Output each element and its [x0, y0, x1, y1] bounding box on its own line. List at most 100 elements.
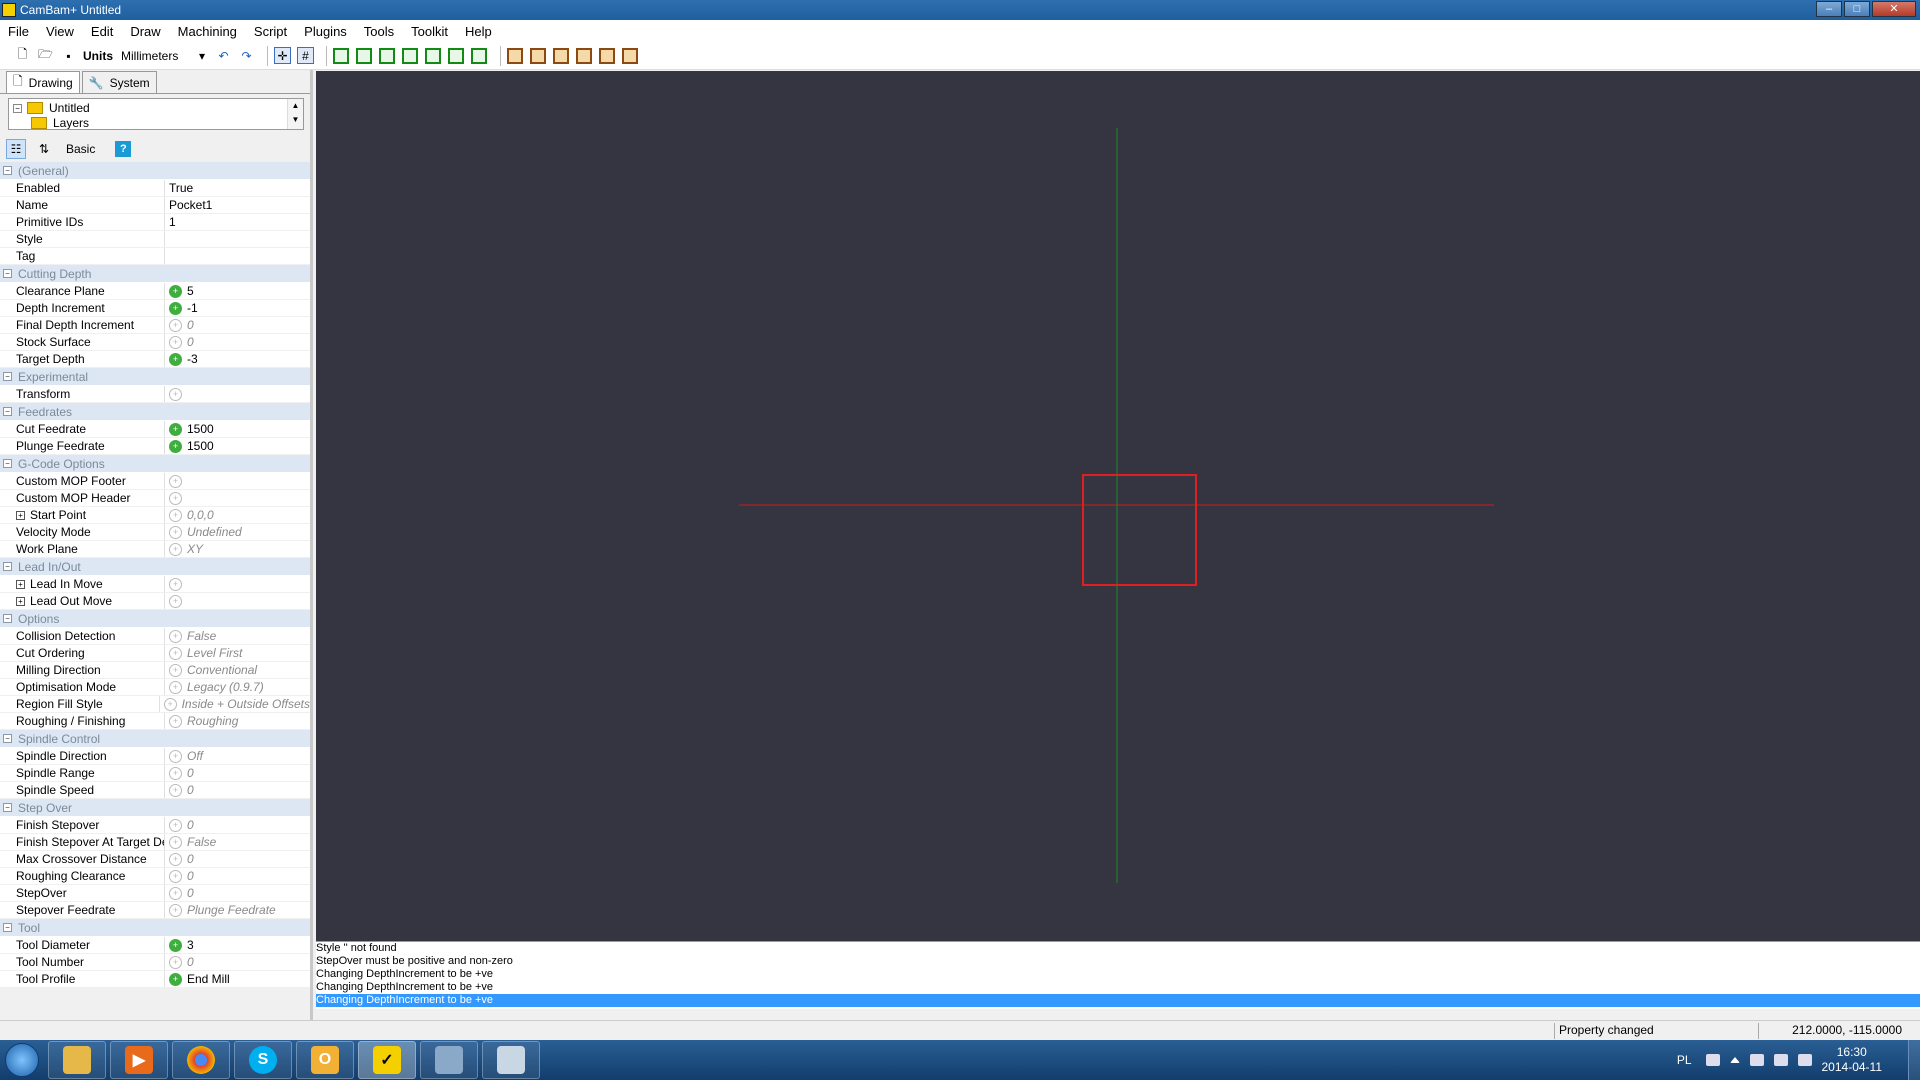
lathe-mop-icon[interactable] — [599, 47, 615, 64]
maximize-button[interactable]: □ — [1844, 1, 1870, 17]
property-value-cell[interactable]: + — [165, 491, 187, 505]
property-row[interactable]: Name Pocket1 — [0, 197, 310, 214]
property-value-cell[interactable]: + Legacy (0.9.7) — [165, 680, 264, 694]
property-row[interactable]: + Lead Out Move + — [0, 593, 310, 610]
value-default-icon[interactable]: + — [169, 835, 182, 849]
view-reset-icon[interactable]: ✛ — [274, 47, 291, 64]
taskbar-outlook[interactable]: O — [296, 1041, 354, 1079]
property-value-cell[interactable]: + False — [165, 629, 216, 643]
show-hidden-icons-icon[interactable] — [1729, 1057, 1740, 1063]
property-row[interactable]: Primitive IDs 1 — [0, 214, 310, 231]
value-default-icon[interactable]: + — [169, 542, 182, 556]
value-default-icon[interactable]: + — [169, 646, 182, 660]
menu-draw[interactable]: Draw — [130, 24, 160, 39]
property-row[interactable]: + Lead In Move + — [0, 576, 310, 593]
property-value-cell[interactable]: + Plunge Feedrate — [165, 903, 276, 917]
property-category[interactable]: − Feedrates — [0, 403, 310, 421]
property-category[interactable]: − (General) — [0, 162, 310, 180]
menu-machining[interactable]: Machining — [178, 24, 237, 39]
save-icon[interactable]: ▪ — [60, 47, 77, 64]
value-set-icon[interactable]: + — [169, 422, 182, 436]
property-row[interactable]: Max Crossover Distance +0 — [0, 851, 310, 868]
property-value-cell[interactable]: +3 — [165, 938, 194, 952]
value-default-icon[interactable]: + — [169, 508, 182, 522]
property-row[interactable]: Finish Stepover +0 — [0, 817, 310, 834]
property-value-cell[interactable]: +1500 — [165, 422, 214, 436]
menu-help[interactable]: Help — [465, 24, 492, 39]
taskbar-explorer[interactable] — [48, 1041, 106, 1079]
value-default-icon[interactable]: + — [169, 766, 182, 780]
basic-toggle[interactable]: Basic — [66, 142, 95, 156]
value-default-icon[interactable]: + — [169, 663, 182, 677]
tree-scrollbar[interactable]: ▲ ▼ — [287, 99, 303, 129]
collapse-icon[interactable]: − — [3, 407, 12, 416]
draw-circle-icon[interactable] — [356, 47, 372, 64]
property-value-cell[interactable]: +0 — [165, 318, 194, 332]
property-value-cell[interactable]: + — [165, 387, 187, 401]
collapse-icon[interactable]: − — [3, 803, 12, 812]
tab-system[interactable]: 🔧 System — [81, 71, 157, 93]
property-value-cell[interactable]: +0 — [165, 766, 194, 780]
cambam-app-icon[interactable] — [2, 3, 16, 17]
engrave-mop-icon[interactable] — [576, 47, 592, 64]
flag-icon[interactable] — [1749, 1054, 1764, 1066]
expand-icon[interactable]: + — [16, 510, 25, 520]
value-default-icon[interactable]: + — [169, 818, 182, 832]
help-icon[interactable]: ? — [115, 141, 132, 157]
property-category[interactable]: − Lead In/Out — [0, 558, 310, 576]
menu-tools[interactable]: Tools — [364, 24, 394, 39]
property-value-cell[interactable]: Pocket1 — [165, 198, 212, 212]
property-value-cell[interactable]: +0 — [165, 852, 194, 866]
property-row[interactable]: Depth Increment + -1 — [0, 300, 310, 317]
console-line[interactable]: Changing DepthIncrement to be +ve — [316, 994, 1920, 1007]
property-value-cell[interactable]: + False — [165, 835, 216, 849]
new-file-icon[interactable]: 🗋 — [14, 47, 31, 64]
property-value-cell[interactable]: +0,0,0 — [165, 508, 214, 522]
value-default-icon[interactable]: + — [169, 714, 182, 728]
value-default-icon[interactable]: + — [169, 387, 182, 401]
3d-mop-icon[interactable] — [622, 47, 638, 64]
property-row[interactable]: Custom MOP Footer + — [0, 473, 310, 490]
collapse-icon[interactable]: − — [3, 459, 12, 468]
property-row[interactable]: Milling Direction + Conventional — [0, 662, 310, 679]
property-row[interactable]: Transform + — [0, 386, 310, 403]
menu-view[interactable]: View — [46, 24, 74, 39]
tab-drawing[interactable]: 🗋 Drawing — [6, 71, 80, 93]
start-button[interactable] — [0, 1040, 44, 1080]
value-set-icon[interactable]: + — [169, 352, 182, 366]
pocket-mop-icon[interactable] — [530, 47, 546, 64]
collapse-icon[interactable]: − — [13, 103, 22, 113]
value-default-icon[interactable]: + — [169, 491, 182, 505]
console-line[interactable]: StepOver must be positive and non-zero — [316, 955, 1920, 968]
console-line[interactable]: Changing DepthIncrement to be +ve — [316, 981, 1920, 994]
property-value-cell[interactable]: + Conventional — [165, 663, 257, 677]
property-row[interactable]: Optimisation Mode + Legacy (0.9.7) — [0, 679, 310, 696]
taskbar-cambam[interactable]: ✓ — [358, 1041, 416, 1079]
value-set-icon[interactable]: + — [169, 938, 182, 952]
value-default-icon[interactable]: + — [169, 903, 182, 917]
property-value-cell[interactable]: +0 — [165, 335, 194, 349]
volume-icon[interactable] — [1797, 1054, 1812, 1066]
property-value-cell[interactable]: +0 — [165, 783, 194, 797]
profile-mop-icon[interactable] — [507, 47, 523, 64]
menu-toolkit[interactable]: Toolkit — [411, 24, 448, 39]
property-value-cell[interactable]: +1500 — [165, 439, 214, 453]
property-value-cell[interactable]: + End Mill — [165, 972, 230, 986]
drill-mop-icon[interactable] — [553, 47, 569, 64]
property-value-cell[interactable]: +0 — [165, 886, 194, 900]
property-category[interactable]: − Options — [0, 610, 310, 628]
property-row[interactable]: Style — [0, 231, 310, 248]
redo-icon[interactable]: ↷ — [238, 47, 255, 64]
close-button[interactable]: ✕ — [1872, 1, 1916, 17]
property-value-cell[interactable]: + — [165, 577, 187, 591]
property-row[interactable]: Stepover Feedrate + Plunge Feedrate — [0, 902, 310, 919]
tree-node-root[interactable]: − Untitled — [13, 101, 90, 115]
value-default-icon[interactable]: + — [169, 955, 182, 969]
draw-polyline-icon[interactable] — [333, 47, 349, 64]
property-value-cell[interactable]: +5 — [165, 284, 194, 298]
tree-node-layers[interactable]: Layers — [31, 116, 89, 129]
open-folder-icon[interactable]: 🗁 — [37, 47, 54, 64]
value-default-icon[interactable]: + — [169, 335, 182, 349]
console-line[interactable]: Style '' not found — [316, 942, 1920, 955]
menu-edit[interactable]: Edit — [91, 24, 113, 39]
